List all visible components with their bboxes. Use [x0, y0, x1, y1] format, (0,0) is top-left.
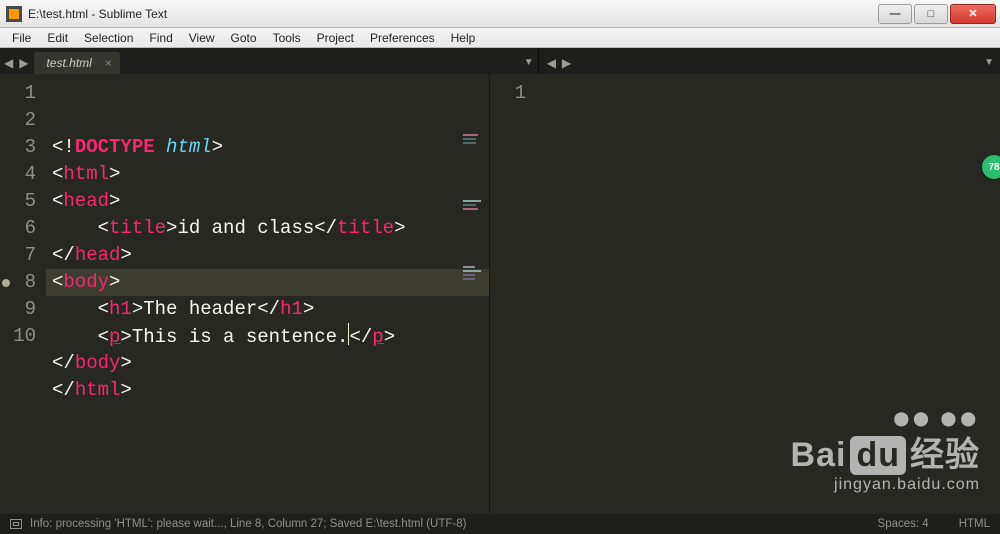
- editor-area: 1 2 3 4 5 6 7 8 9 10 <!DOCTYPE html><htm…: [0, 74, 1000, 514]
- minimize-button[interactable]: —: [878, 4, 912, 24]
- menu-preferences[interactable]: Preferences: [362, 29, 443, 47]
- menu-file[interactable]: File: [4, 29, 39, 47]
- maximize-icon: □: [928, 8, 935, 20]
- line-number: 1: [494, 80, 526, 107]
- tab-nav-left-pane: ◀ ▶: [2, 56, 34, 74]
- editor-pane-right[interactable]: 1: [490, 74, 1000, 514]
- tab-bar: ◀ ▶ test.html × ▼ ◀ ▶ ▼: [0, 48, 1000, 74]
- close-window-button[interactable]: ✕: [950, 4, 996, 24]
- nav-forward-icon[interactable]: ▶: [562, 56, 571, 70]
- code-area-right[interactable]: [536, 74, 1000, 514]
- line-number: 6: [4, 215, 36, 242]
- line-number: 1: [4, 80, 36, 107]
- editor-pane-left[interactable]: 1 2 3 4 5 6 7 8 9 10 <!DOCTYPE html><htm…: [0, 74, 490, 514]
- status-message: Info: processing 'HTML': please wait...,…: [30, 518, 466, 530]
- line-number: 9: [4, 296, 36, 323]
- maximize-button[interactable]: □: [914, 4, 948, 24]
- window-title: E:\test.html - Sublime Text: [28, 7, 876, 21]
- tab-label: test.html: [46, 56, 91, 70]
- menu-selection[interactable]: Selection: [76, 29, 141, 47]
- nav-back-icon[interactable]: ◀: [4, 56, 13, 70]
- line-number: 7: [4, 242, 36, 269]
- menu-project[interactable]: Project: [309, 29, 362, 47]
- menu-edit[interactable]: Edit: [39, 29, 76, 47]
- menu-tools[interactable]: Tools: [265, 29, 309, 47]
- nav-back-icon[interactable]: ◀: [547, 56, 556, 70]
- line-number: 5: [4, 188, 36, 215]
- menu-goto[interactable]: Goto: [223, 29, 265, 47]
- status-bar: Info: processing 'HTML': please wait...,…: [0, 514, 1000, 534]
- line-number: 10: [4, 323, 36, 350]
- menu-find[interactable]: Find: [141, 29, 180, 47]
- dropdown-icon[interactable]: ▼: [980, 57, 998, 74]
- panel-switch-icon[interactable]: [10, 519, 22, 529]
- line-number: 8: [4, 269, 36, 296]
- menu-view[interactable]: View: [181, 29, 223, 47]
- line-number: 2: [4, 107, 36, 134]
- menu-help[interactable]: Help: [443, 29, 484, 47]
- gutter-right: 1: [490, 74, 536, 514]
- code-area-left[interactable]: <!DOCTYPE html><html><head> <title>id an…: [46, 74, 489, 514]
- nav-forward-icon[interactable]: ▶: [19, 56, 28, 70]
- menu-bar: File Edit Selection Find View Goto Tools…: [0, 28, 1000, 48]
- window-titlebar: E:\test.html - Sublime Text — □ ✕: [0, 0, 1000, 28]
- status-spaces[interactable]: Spaces: 4: [878, 518, 929, 530]
- dropdown-icon[interactable]: ▼: [520, 57, 538, 74]
- tab-close-icon[interactable]: ×: [105, 56, 112, 70]
- gutter-left: 1 2 3 4 5 6 7 8 9 10: [0, 74, 46, 514]
- app-icon: [6, 6, 22, 22]
- tab-test-html[interactable]: test.html ×: [34, 52, 119, 74]
- badge: 78: [982, 155, 1000, 179]
- line-number: 4: [4, 161, 36, 188]
- line-number: 3: [4, 134, 36, 161]
- status-syntax[interactable]: HTML: [959, 518, 990, 530]
- minimize-icon: —: [890, 8, 901, 20]
- close-icon: ✕: [968, 7, 977, 20]
- tab-nav-right-pane: ◀ ▶: [539, 56, 577, 74]
- window-controls: — □ ✕: [876, 4, 996, 24]
